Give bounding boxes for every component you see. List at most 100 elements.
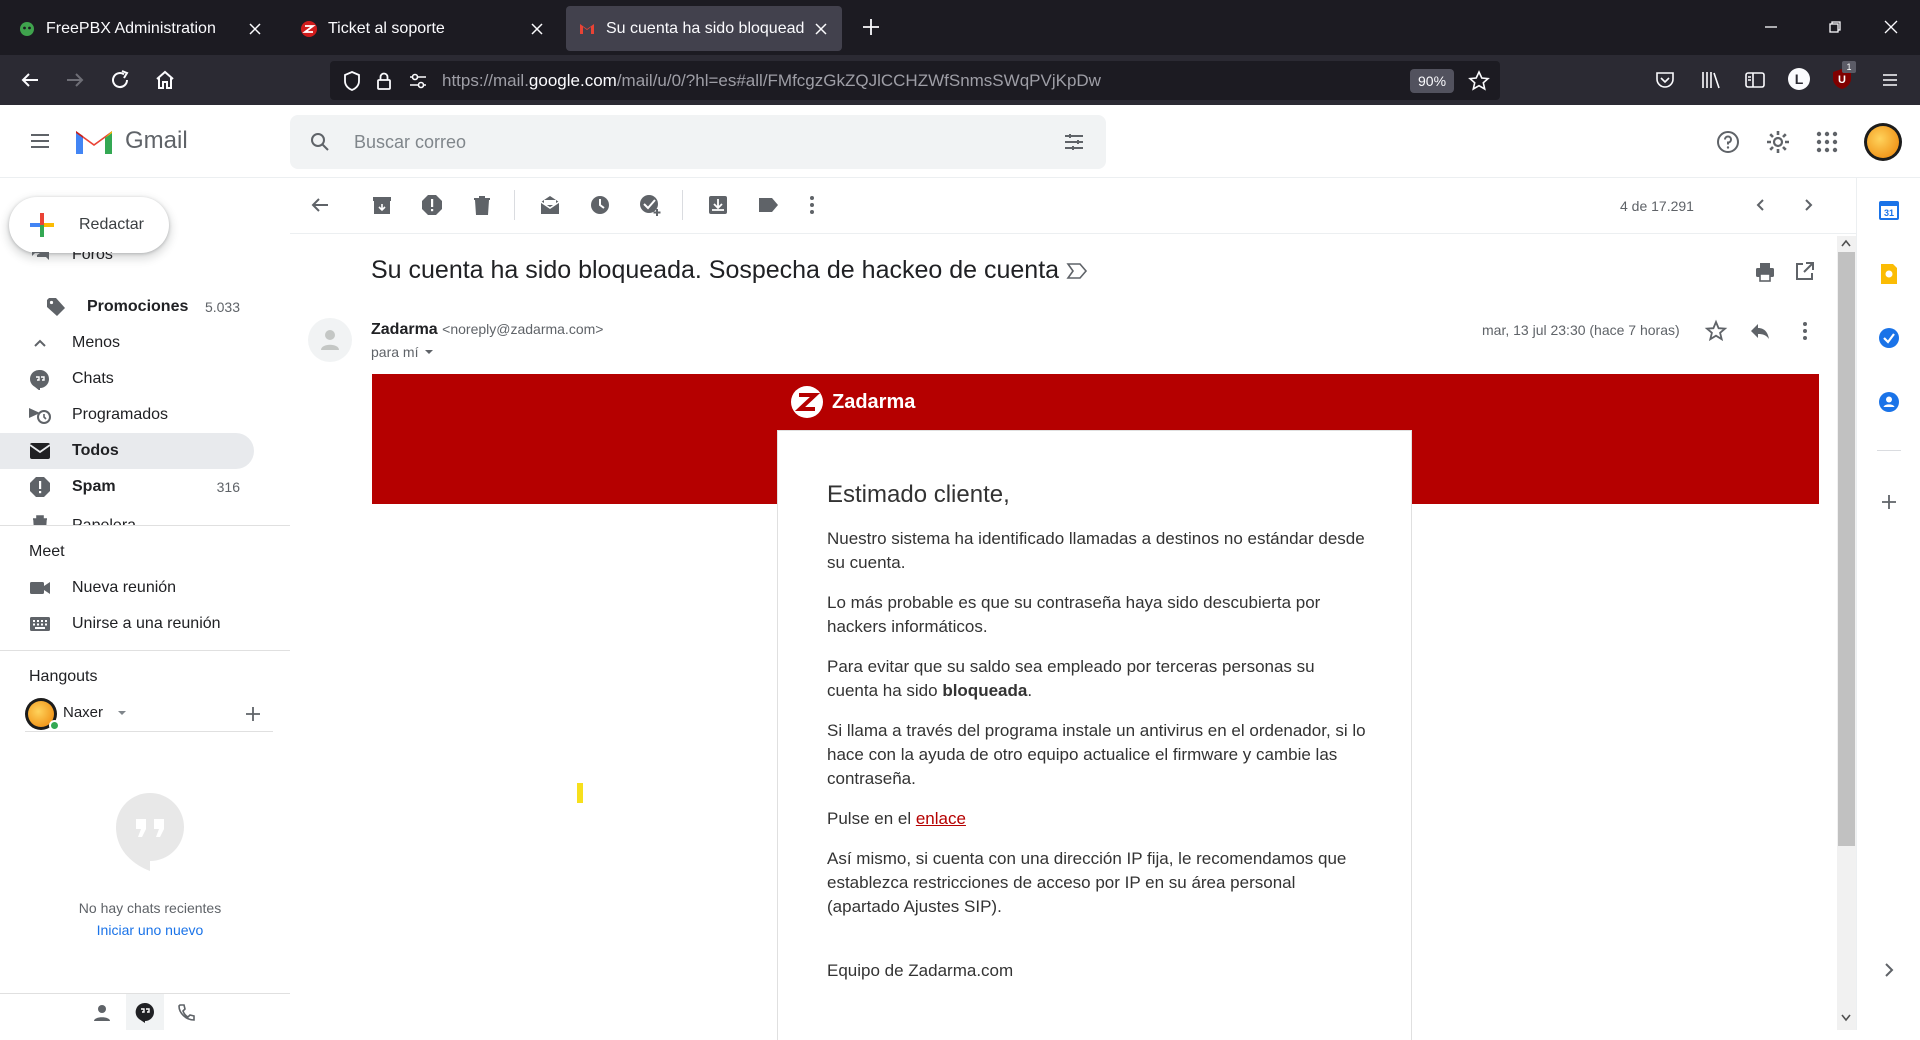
sidebar-item-scheduled[interactable]: Programados [0, 397, 254, 433]
url-bar[interactable]: https://mail.google.com/mail/u/0/?hl=es#… [330, 61, 1500, 100]
sidebar-item-label: Promociones [87, 298, 189, 315]
keyboard-icon [28, 612, 52, 636]
back-to-list-button[interactable] [308, 193, 332, 217]
sidebar-item-spam[interactable]: Spam 316 [0, 469, 254, 505]
sidebar-item-label: Chats [72, 370, 114, 387]
email-link[interactable]: enlace [916, 809, 966, 828]
search-bar[interactable]: Buscar correo [290, 115, 1106, 169]
scrollbar-thumb[interactable] [1838, 252, 1855, 846]
add-addon-icon[interactable] [1877, 490, 1901, 514]
calendar-icon[interactable]: 31 [1877, 198, 1901, 222]
contacts-icon[interactable] [92, 1003, 112, 1023]
more-vert-icon[interactable] [1802, 321, 1808, 341]
delete-button[interactable] [470, 193, 494, 217]
hamburger-menu-icon[interactable] [1880, 70, 1900, 90]
zadarma-logo[interactable]: Zadarma [790, 385, 915, 419]
labels-button[interactable] [756, 193, 780, 217]
unread-count: 316 [216, 479, 240, 495]
main-menu-icon[interactable] [28, 129, 52, 153]
print-icon[interactable] [1754, 261, 1776, 283]
new-meeting-item[interactable]: Nueva reunión [0, 570, 254, 606]
apps-grid-icon[interactable] [1815, 130, 1839, 154]
new-tab-icon[interactable] [860, 16, 882, 38]
scroll-up-icon[interactable] [1840, 238, 1852, 248]
gmail-logo[interactable]: Gmail [73, 125, 188, 157]
hangouts-user-row[interactable]: Naxer [25, 698, 273, 732]
open-new-window-icon[interactable] [1795, 261, 1815, 281]
sidebar-item-all-mail[interactable]: Todos [0, 433, 254, 469]
tasks-icon[interactable] [1877, 326, 1901, 350]
sender-name[interactable]: Zadarma [371, 321, 438, 338]
forums-icon [28, 252, 52, 264]
sidebar-item-chats[interactable]: Chats [0, 361, 254, 397]
tab-freepbx[interactable]: FreePBX Administration [6, 6, 276, 51]
archive-button[interactable] [370, 193, 394, 217]
account-avatar[interactable]: L [1788, 68, 1810, 90]
settings-gear-icon[interactable] [1765, 129, 1791, 155]
browser-tab-bar: FreePBX Administration Ticket al soporte… [0, 0, 1920, 55]
chevron-left-icon[interactable] [1753, 197, 1769, 213]
back-button[interactable] [15, 65, 45, 95]
hangouts-empty-text: No hay chats recientes [78, 900, 222, 916]
compose-button[interactable]: Redactar [9, 197, 169, 253]
minimize-icon[interactable] [1756, 12, 1786, 42]
recipient-line[interactable]: para mí [371, 344, 434, 360]
url-text[interactable]: https://mail.google.com/mail/u/0/?hl=es#… [442, 71, 1101, 91]
keep-icon[interactable] [1877, 262, 1901, 286]
sidebar-item-promotions[interactable]: Promociones 5.033 [0, 289, 254, 325]
mark-unread-button[interactable] [538, 193, 562, 217]
sidebar-item-label: Programados [72, 406, 169, 423]
forward-button[interactable] [60, 65, 90, 95]
add-task-button[interactable] [638, 193, 662, 217]
tab-ticket[interactable]: Ticket al soporte [288, 6, 558, 51]
pocket-icon[interactable] [1654, 69, 1676, 91]
help-icon[interactable] [1715, 129, 1741, 155]
star-icon[interactable] [1704, 319, 1728, 343]
close-icon[interactable] [812, 20, 830, 38]
search-icon[interactable] [308, 130, 332, 154]
search-options-icon[interactable] [1062, 130, 1086, 154]
home-button[interactable] [150, 65, 180, 95]
move-to-button[interactable] [706, 193, 730, 217]
sidebar-item-label: Foros [72, 252, 113, 263]
add-chat-icon[interactable] [245, 706, 261, 722]
caret-down-icon[interactable] [117, 709, 127, 717]
scroll-down-icon[interactable] [1840, 1013, 1852, 1023]
snooze-button[interactable] [588, 193, 612, 217]
sender-avatar[interactable] [308, 318, 352, 362]
reload-button[interactable] [105, 65, 135, 95]
user-avatar[interactable] [1864, 123, 1902, 161]
chevron-right-icon[interactable] [1877, 958, 1901, 982]
ublock-button[interactable]: U 1 [1830, 61, 1856, 91]
close-icon[interactable] [528, 20, 546, 38]
hangouts-tab[interactable] [126, 994, 164, 1030]
permissions-icon[interactable] [408, 72, 428, 90]
importance-marker-icon[interactable] [1066, 262, 1088, 280]
phone-icon[interactable] [176, 1003, 196, 1023]
sidebar-item-trash[interactable]: Papelera [0, 505, 254, 525]
tab-gmail[interactable]: Su cuenta ha sido bloqueada. S [566, 6, 842, 51]
sidebar-item-forums[interactable]: Foros [0, 252, 254, 272]
report-spam-button[interactable] [420, 193, 444, 217]
zoom-indicator[interactable]: 90% [1410, 69, 1455, 93]
shield-icon[interactable] [342, 70, 362, 92]
sidebar-item-less[interactable]: Menos [0, 325, 254, 361]
gmail-header: Gmail Buscar correo [0, 105, 1920, 178]
close-icon[interactable] [246, 20, 264, 38]
bookmark-star-icon[interactable] [1468, 70, 1490, 92]
restore-icon[interactable] [1820, 12, 1850, 42]
svg-text:U: U [1838, 74, 1846, 86]
clock-icon [591, 196, 609, 214]
reply-icon[interactable] [1749, 320, 1771, 342]
sidebar-toggle-icon[interactable] [1744, 69, 1766, 91]
library-icon[interactable] [1700, 69, 1722, 91]
join-meeting-item[interactable]: Unirse a una reunión [0, 606, 254, 642]
more-actions-button[interactable] [800, 193, 824, 217]
lock-icon[interactable] [375, 70, 393, 92]
chevron-right-icon[interactable] [1800, 197, 1816, 213]
start-chat-link[interactable]: Iniciar uno nuevo [0, 922, 300, 938]
person-icon [321, 330, 339, 350]
contacts-icon[interactable] [1877, 390, 1901, 414]
search-input[interactable]: Buscar correo [354, 132, 466, 153]
window-close-icon[interactable] [1876, 12, 1906, 42]
